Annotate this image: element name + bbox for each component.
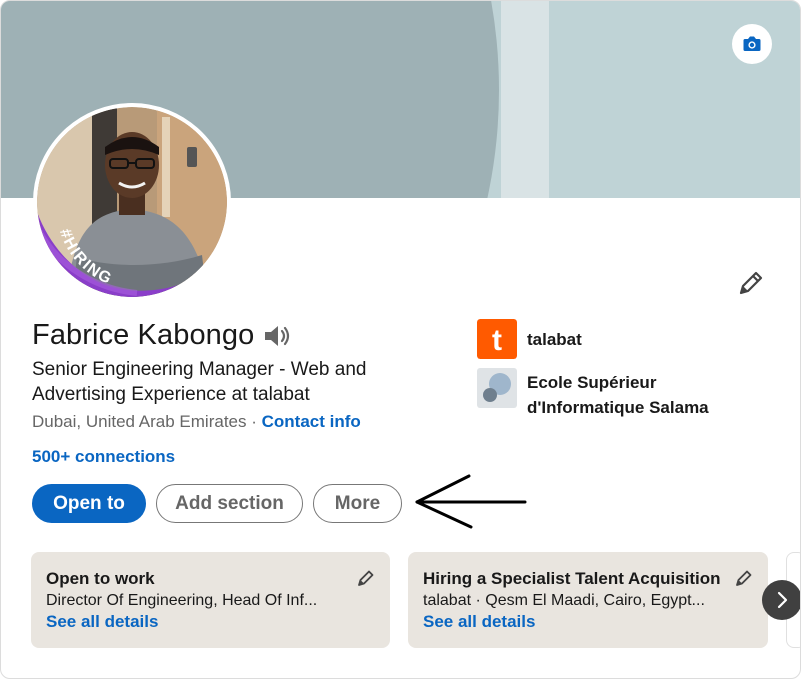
school-logo — [477, 368, 517, 408]
profile-photo[interactable]: #HIRING — [33, 103, 231, 301]
pencil-icon — [739, 271, 763, 295]
contact-info-link[interactable]: Contact info — [262, 412, 361, 431]
profile-actions: Open to Add section More — [32, 484, 402, 523]
add-section-button[interactable]: Add section — [156, 484, 303, 523]
card-subtitle: talabat · Qesm El Maadi, Cairo, Egypt... — [423, 592, 705, 609]
education-school[interactable]: Ecole Supérieur d'Informatique Salama — [477, 368, 747, 420]
location-separator: · — [246, 412, 262, 431]
open-to-button[interactable]: Open to — [32, 484, 146, 523]
card-title: Hiring a Specialist Talent Acquisition — [423, 569, 721, 588]
talabat-logo-letter: t — [492, 324, 502, 357]
experience-talabat-label: talabat — [527, 329, 582, 349]
hiring-card[interactable]: Hiring a Specialist Talent Acquisition t… — [408, 552, 768, 648]
arrow-left-icon — [415, 474, 527, 529]
edit-intro-button[interactable] — [736, 268, 766, 298]
experience-talabat[interactable]: t talabat — [477, 319, 582, 359]
profile-name: Fabrice Kabongo — [32, 319, 255, 351]
more-button[interactable]: More — [313, 484, 402, 523]
banner-band-shape — [501, 1, 549, 198]
talabat-logo: t — [477, 319, 517, 359]
carousel-next-button[interactable] — [762, 580, 800, 620]
profile-photo-image: #HIRING — [37, 107, 227, 297]
profile-headline: Senior Engineering Manager - Web and Adv… — [32, 359, 367, 405]
open-to-work-card[interactable]: Open to work Director Of Engineering, He… — [31, 552, 390, 648]
camera-icon — [743, 36, 761, 51]
profile-location: Dubai, United Arab Emirates — [32, 412, 247, 431]
card-title: Open to work — [46, 569, 155, 588]
speaker-icon[interactable] — [262, 323, 292, 349]
education-school-label: Ecole Supérieur d'Informatique Salama — [527, 373, 709, 417]
connections-link[interactable]: 500+ connections — [32, 447, 175, 467]
pencil-icon[interactable] — [734, 568, 754, 588]
card-subtitle: Director Of Engineering, Head Of Inf... — [46, 592, 318, 609]
see-all-details-link[interactable]: See all details — [423, 611, 753, 633]
chevron-right-icon — [777, 591, 788, 609]
see-all-details-link[interactable]: See all details — [46, 611, 375, 633]
name-row: Fabrice Kabongo — [32, 319, 292, 352]
pencil-icon[interactable] — [356, 568, 376, 588]
edit-banner-button[interactable] — [732, 24, 772, 64]
location-row: Dubai, United Arab Emirates · Contact in… — [32, 412, 361, 432]
profile-card: #HIRING Fabrice Kabongo Senior Engineeri… — [0, 0, 801, 679]
